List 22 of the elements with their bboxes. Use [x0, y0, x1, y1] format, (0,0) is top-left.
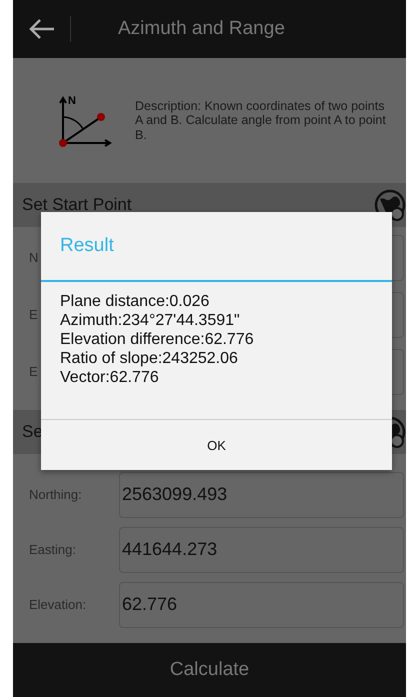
- section-title: Se: [22, 422, 43, 442]
- calculate-button[interactable]: Calculate: [13, 643, 406, 697]
- section-title: Set Start Point: [22, 195, 132, 215]
- field-label: N: [28, 250, 40, 265]
- result-line: Plane distance:0.026: [60, 292, 210, 311]
- back-arrow-icon[interactable]: [28, 17, 56, 41]
- input-field[interactable]: 62.776: [119, 582, 404, 628]
- ok-button[interactable]: OK: [41, 420, 392, 470]
- result-line: Elevation difference:62.776: [60, 330, 255, 349]
- input-field[interactable]: 2563099.493: [119, 472, 404, 518]
- dialog-title: Result: [41, 212, 392, 282]
- description-text: Description: Known coordinates of two points A and B. Calculate angle from point A to point B.: [135, 98, 387, 142]
- result-line: Vector:62.776: [60, 368, 160, 387]
- result-line: Azimuth:234°27'44.3591": [60, 311, 241, 330]
- field-label: Elevation:: [28, 597, 88, 612]
- screen-title: Azimuth and Range: [118, 18, 285, 40]
- north-label: N: [68, 94, 76, 106]
- input-field[interactable]: 441644.273: [119, 526, 404, 572]
- result-line: Ratio of slope:243252.06: [60, 349, 239, 368]
- field-label: Northing:: [28, 487, 83, 502]
- field-label: Easting:: [28, 542, 77, 557]
- globe-icon[interactable]: [374, 189, 406, 221]
